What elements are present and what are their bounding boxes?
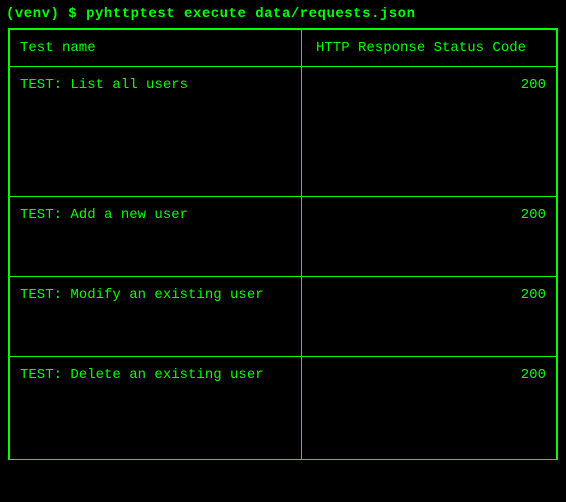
cell-status-code: 200 — [302, 197, 557, 277]
cell-status-code: 200 — [302, 277, 557, 357]
table-row: TEST: Delete an existing user 200 — [10, 357, 557, 459]
header-row: Test name HTTP Response Status Code — [10, 30, 557, 67]
table-row: TEST: List all users 200 — [10, 67, 557, 197]
cell-test-name: TEST: Delete an existing user — [10, 357, 302, 459]
cell-status-code: 200 — [302, 357, 557, 459]
header-test-name: Test name — [10, 30, 302, 67]
cell-test-name: TEST: Modify an existing user — [10, 277, 302, 357]
results-table-wrap: Test name HTTP Response Status Code TEST… — [8, 28, 558, 460]
cell-test-name: TEST: Add a new user — [10, 197, 302, 277]
cell-status-code: 200 — [302, 67, 557, 197]
table-row: TEST: Modify an existing user 200 — [10, 277, 557, 357]
shell-prompt-line: (venv) $ pyhttptest execute data/request… — [2, 4, 564, 28]
table-row: TEST: Add a new user 200 — [10, 197, 557, 277]
command-text: pyhttptest execute data/requests.json — [86, 6, 415, 22]
results-table: Test name HTTP Response Status Code TEST… — [9, 29, 557, 459]
header-status-code: HTTP Response Status Code — [302, 30, 557, 67]
cell-test-name: TEST: List all users — [10, 67, 302, 197]
venv-prefix: (venv) $ — [6, 6, 86, 22]
